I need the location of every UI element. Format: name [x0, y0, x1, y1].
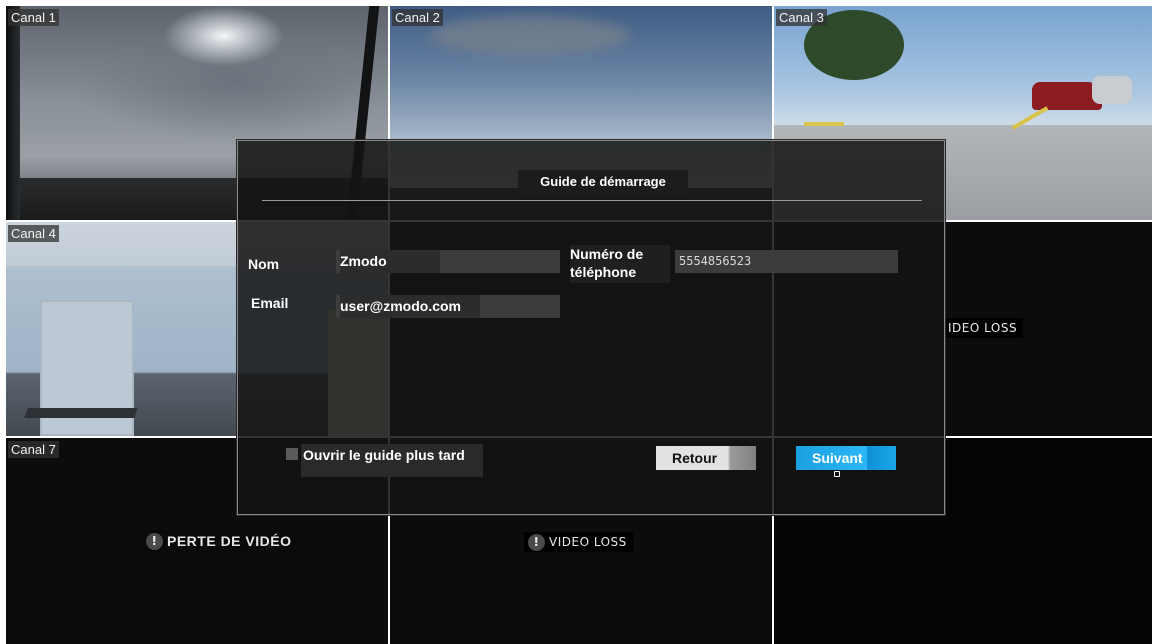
open-later-checkbox[interactable]	[286, 448, 298, 460]
phone-field[interactable]: 5554856523	[675, 250, 898, 273]
camera-feed-cloud	[430, 16, 630, 56]
phone-value: 5554856523	[679, 254, 752, 268]
channel-label: Canal 3	[776, 9, 827, 26]
name-value: Zmodo	[340, 250, 440, 273]
camera-feed-frame	[6, 6, 20, 220]
email-field[interactable]: user@zmodo.com	[336, 295, 560, 318]
back-button[interactable]: Retour	[656, 446, 756, 470]
channel-label: Canal 7	[8, 441, 59, 458]
title-divider	[262, 200, 922, 201]
video-loss-indicator: IDEO LOSS	[944, 318, 1024, 338]
name-label: Nom	[248, 256, 280, 272]
next-button[interactable]: Suivant	[796, 446, 896, 470]
dialog-title: Guide de démarrage	[518, 170, 688, 194]
warning-icon: !	[146, 532, 163, 550]
video-loss-text: VIDEO LOSS	[549, 535, 627, 549]
camera-feed-table	[24, 408, 138, 418]
camera-feed-car	[1092, 76, 1132, 104]
open-later-label[interactable]: Ouvrir le guide plus tard	[301, 444, 483, 477]
video-loss-indicator: ! VIDEO LOSS	[524, 532, 633, 552]
email-label: Email	[251, 295, 289, 311]
warning-icon: !	[528, 533, 545, 551]
video-loss-indicator: ! PERTE DE VIDÉO	[142, 530, 298, 552]
channel-label: Canal 4	[8, 225, 59, 242]
video-loss-text: IDEO LOSS	[948, 321, 1018, 335]
channel-label: Canal 2	[392, 9, 443, 26]
camera-feed-parking-line	[804, 122, 844, 126]
video-loss-text: PERTE DE VIDÉO	[167, 533, 292, 549]
name-field[interactable]: Zmodo	[336, 250, 560, 273]
mouse-cursor-icon	[834, 471, 840, 477]
email-value: user@zmodo.com	[340, 295, 480, 318]
phone-label: Numéro de téléphone	[570, 245, 670, 283]
channel-label: Canal 1	[8, 9, 59, 26]
startup-guide-dialog: Guide de démarrage Nom Zmodo Numéro de t…	[237, 140, 945, 515]
